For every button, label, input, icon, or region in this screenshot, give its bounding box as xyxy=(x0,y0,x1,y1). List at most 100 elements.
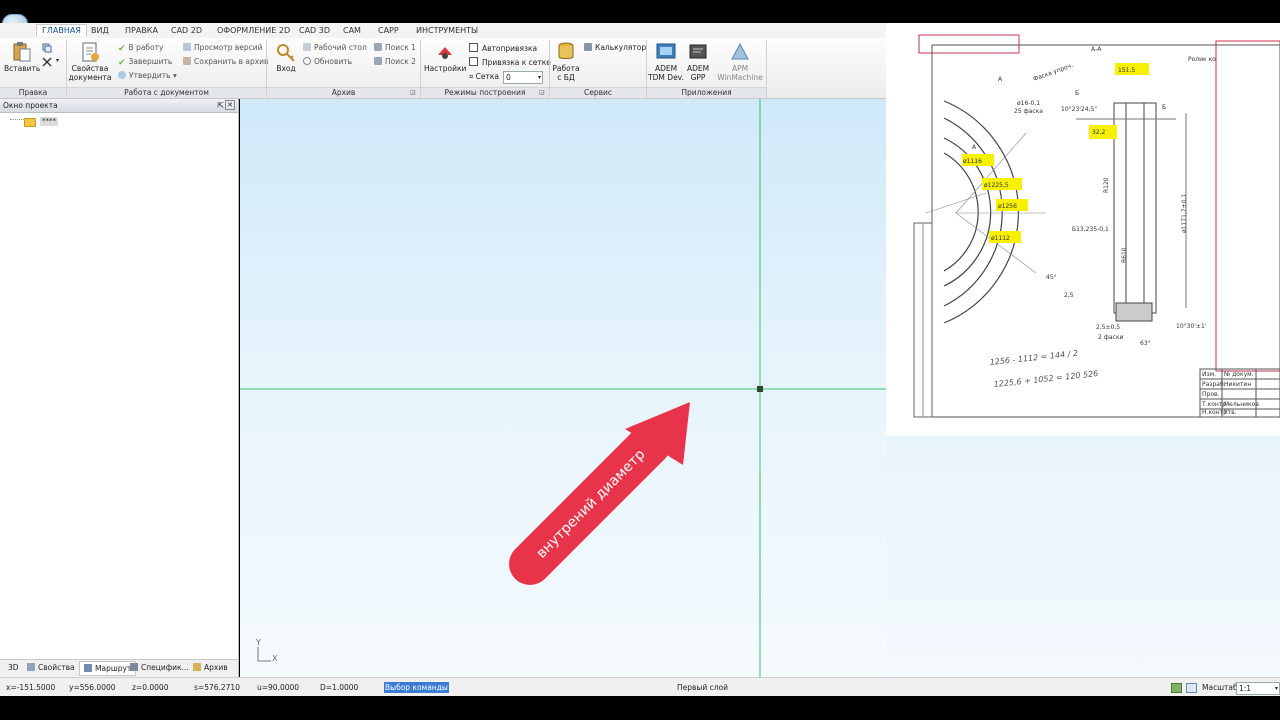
panel-tab-specification[interactable]: Специфик... xyxy=(130,663,189,672)
tree-line xyxy=(10,119,24,121)
bottom-black-bar xyxy=(0,696,1280,720)
svg-text:32,2: 32,2 xyxy=(1092,129,1106,136)
search2-button[interactable]: Поиск 2 xyxy=(374,57,416,67)
tab-home[interactable]: ГЛАВНАЯ xyxy=(36,24,87,36)
panel-tab-properties[interactable]: Свойства xyxy=(27,663,75,672)
status-y: y=556.0000 xyxy=(69,683,116,692)
calculator-button[interactable]: Калькулятор xyxy=(584,43,646,53)
archive-icon xyxy=(193,663,201,671)
svg-text:25 фаска: 25 фаска xyxy=(1014,108,1043,115)
tab-tools[interactable]: ИНСТРУМЕНТЫ xyxy=(416,26,478,35)
settings-button[interactable]: Настройки xyxy=(424,41,466,74)
paste-button[interactable]: Вставить xyxy=(4,41,40,74)
cut-dropdown-icon[interactable]: ▾ xyxy=(56,57,59,64)
search1-button[interactable]: Поиск 1 xyxy=(374,43,416,53)
db-work-button[interactable]: Работа с БД xyxy=(552,41,580,82)
svg-text:45°: 45° xyxy=(1046,274,1057,281)
svg-text:1256 - 1112 = 144 / 2: 1256 - 1112 = 144 / 2 xyxy=(989,349,1078,367)
svg-text:Изм.: Изм. xyxy=(1202,371,1216,378)
canvas-overlay: внутрений диаметр Y X xyxy=(240,99,886,677)
axis-x-label: X xyxy=(272,654,278,663)
adem-gpp-button[interactable]: ADEM GPP xyxy=(684,41,712,82)
gpp-app-icon xyxy=(689,44,707,59)
tab-capp[interactable]: CAPP xyxy=(378,26,399,35)
svg-text:А: А xyxy=(972,144,977,151)
axis-indicator xyxy=(257,647,271,662)
status-layer[interactable]: Первый слой xyxy=(677,678,728,697)
tab-drafting-2d[interactable]: ОФОРМЛЕНИЕ 2D xyxy=(217,26,290,35)
svg-text:2,5: 2,5 xyxy=(1064,292,1074,299)
chevron-down-icon: ▾ xyxy=(537,74,541,81)
approve-button[interactable]: Утвердить ▾ xyxy=(118,71,177,81)
layer-toggle-icon[interactable] xyxy=(1171,683,1182,693)
group-label-edit: Правка xyxy=(0,87,66,98)
panel-tab-archive[interactable]: Архив xyxy=(193,663,228,672)
pin-icon[interactable]: ⇱ xyxy=(217,99,224,112)
status-s: s=576.2710 xyxy=(194,683,240,692)
tab-cad2d[interactable]: CAD 2D xyxy=(171,26,202,35)
to-work-button[interactable]: ✔ В работу xyxy=(118,43,163,54)
folder-icon[interactable] xyxy=(24,118,36,127)
refresh-button[interactable]: Обновить xyxy=(303,57,352,67)
apm-app-icon xyxy=(731,42,749,60)
svg-text:Б: Б xyxy=(1162,104,1166,111)
checkbox-icon xyxy=(469,57,478,66)
svg-text:Б: Б xyxy=(1075,90,1079,97)
group-label-modes: Режимы построения xyxy=(421,87,549,98)
status-z: z=0.0000 xyxy=(132,683,169,692)
svg-text:ø1116: ø1116 xyxy=(963,158,982,165)
login-button[interactable]: Вход xyxy=(272,41,300,74)
panel-tab-route[interactable]: Маршрут xyxy=(79,661,137,676)
grid-snap-checkbox[interactable]: Привязка к сетке xyxy=(469,57,551,68)
reference-drawing: А-А А А Б Б Ролик ко ø1116 ø1225,5 ø1256… xyxy=(886,23,1280,436)
svg-text:Никитин: Никитин xyxy=(1224,381,1251,388)
paste-icon xyxy=(13,42,31,62)
view-toggle-icon[interactable] xyxy=(1186,683,1197,693)
ribbon: Вставить ▾ Правка Свойства документа ✔ В … xyxy=(0,38,886,99)
svg-text:ø16-0,1: ø16-0,1 xyxy=(1017,100,1040,107)
tab-cam[interactable]: CAM xyxy=(343,26,361,35)
copy-icon[interactable] xyxy=(42,43,52,53)
document-properties-button[interactable]: Свойства документа xyxy=(68,41,112,82)
drawing-canvas[interactable]: внутрений диаметр Y X xyxy=(240,99,886,677)
document-properties-icon xyxy=(82,42,99,62)
autosnap-checkbox[interactable]: Автопривязка xyxy=(469,43,537,54)
tab-view[interactable]: ВИД xyxy=(91,26,109,35)
checkmark-icon: ✔ xyxy=(118,58,126,68)
adem-tdm-button[interactable]: ADEM TDM Dev. xyxy=(648,41,684,82)
svg-text:1225,6 + 1052 = 120 526: 1225,6 + 1052 = 120 526 xyxy=(993,369,1098,389)
arrow-label: внутрений диаметр xyxy=(533,446,648,561)
apm-winmachine-button[interactable]: APM WinMachine xyxy=(717,41,763,82)
view-versions-button[interactable]: Просмотр версий xyxy=(183,43,263,53)
group-label-service: Сервис xyxy=(550,87,646,98)
grid-value-select[interactable]: 0 ▾ xyxy=(503,71,543,84)
save-archive-button[interactable]: Сохранить в архив xyxy=(183,57,268,67)
close-icon[interactable]: ✕ xyxy=(225,100,235,110)
grid-label: ⌗ Сетка xyxy=(469,72,499,81)
svg-text:Фаска упроч.: Фаска упроч. xyxy=(1032,62,1074,83)
svg-text:ø1112: ø1112 xyxy=(991,235,1010,242)
svg-text:10°23'24,5": 10°23'24,5" xyxy=(1061,106,1097,113)
svg-text:ø1171,7±0,1: ø1171,7±0,1 xyxy=(1181,194,1188,233)
tab-edit[interactable]: ПРАВКА xyxy=(125,26,158,35)
desktop-button[interactable]: Рабочий стол xyxy=(303,43,367,53)
dialog-launcher-icon[interactable]: ◲ xyxy=(410,89,416,96)
panel-tab-3d[interactable]: 3D xyxy=(8,663,19,672)
properties-icon xyxy=(27,663,35,671)
top-black-bar xyxy=(0,0,1280,23)
cut-icon[interactable] xyxy=(42,57,52,67)
group-label-document: Работа с документом xyxy=(67,87,266,98)
svg-text:2 фаски: 2 фаски xyxy=(1098,334,1123,341)
group-label-apps: Приложения xyxy=(647,87,766,98)
dialog-launcher-icon[interactable]: ◲ xyxy=(539,89,545,96)
scale-select[interactable]: 1:1 ▾ xyxy=(1236,682,1280,695)
drawing-canvas-extension[interactable] xyxy=(886,436,1280,677)
svg-text:10°30'±1': 10°30'±1' xyxy=(1176,323,1207,330)
svg-text:А: А xyxy=(998,76,1003,83)
tree-item[interactable]: **** xyxy=(40,117,58,126)
finish-button[interactable]: ✔ Завершить xyxy=(118,57,172,68)
group-label-archive: Архив xyxy=(267,87,420,98)
handwritten-notes: 1256 - 1112 = 144 / 2 1225,6 + 1052 = 12… xyxy=(989,349,1098,389)
binoculars-icon xyxy=(374,43,382,51)
tab-cad3d[interactable]: CAD 3D xyxy=(299,26,330,35)
